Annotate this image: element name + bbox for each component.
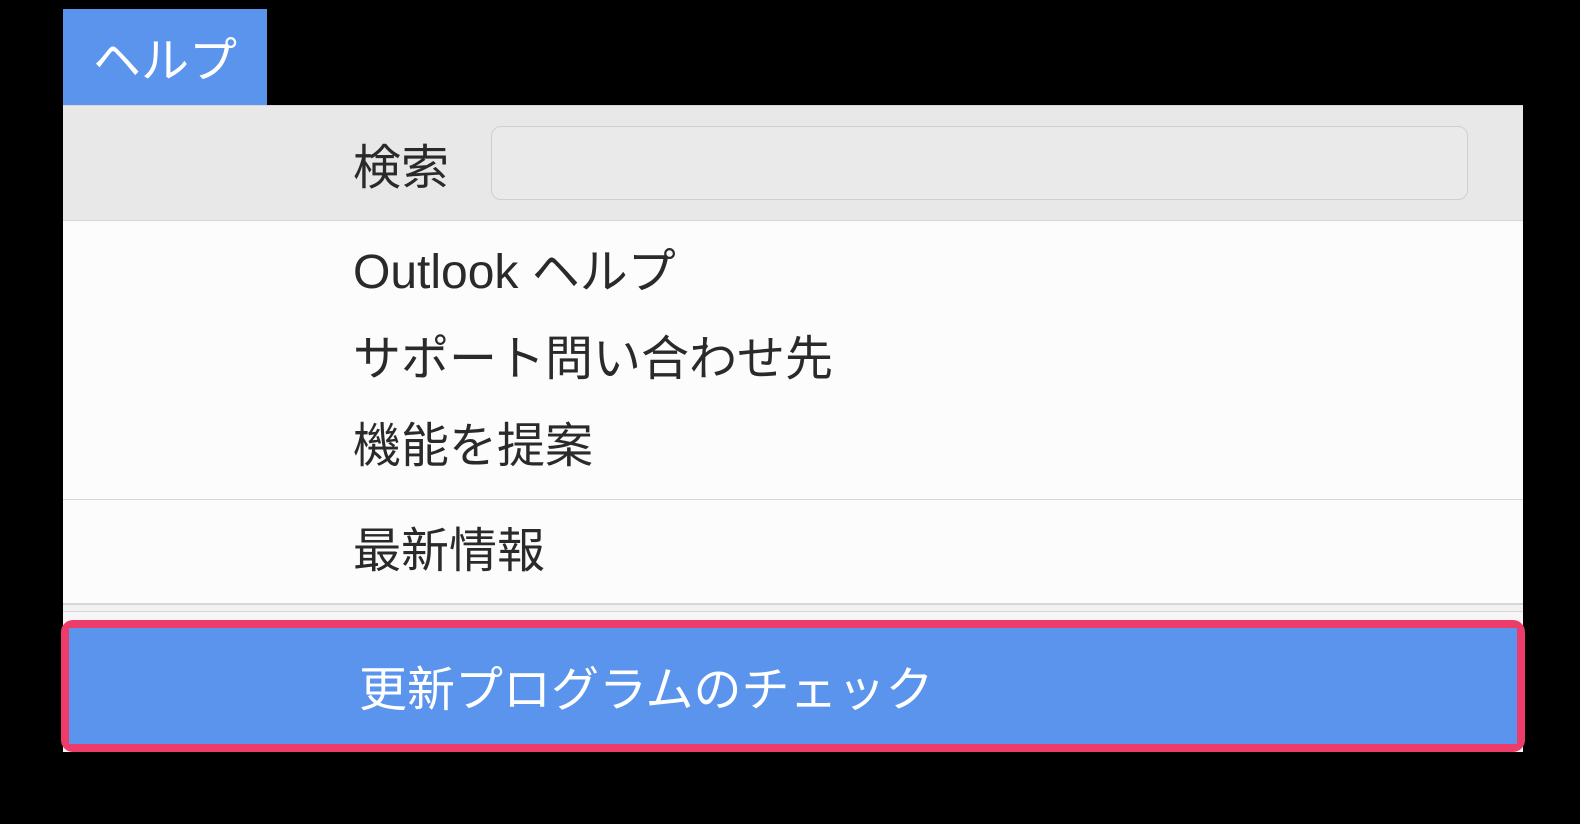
menu-item-support-contact[interactable]: サポート問い合わせ先 bbox=[63, 316, 1523, 403]
help-menu-title[interactable]: ヘルプ bbox=[63, 9, 267, 105]
search-row: 検索 bbox=[63, 106, 1523, 221]
menu-item-whats-new[interactable]: 最新情報 bbox=[63, 508, 1523, 595]
menu-group-2: 最新情報 bbox=[63, 500, 1523, 604]
search-input[interactable] bbox=[491, 126, 1468, 200]
help-dropdown: 検索 Outlook ヘルプ サポート問い合わせ先 機能を提案 最新情報 更新プ… bbox=[63, 105, 1523, 752]
menu-separator bbox=[63, 604, 1523, 612]
help-menu: ヘルプ 検索 Outlook ヘルプ サポート問い合わせ先 機能を提案 最新情報… bbox=[63, 9, 1523, 752]
highlighted-callout: 更新プログラムのチェック bbox=[61, 620, 1525, 752]
menu-item-check-updates[interactable]: 更新プログラムのチェック bbox=[69, 628, 1517, 744]
menu-group-1: Outlook ヘルプ サポート問い合わせ先 機能を提案 bbox=[63, 221, 1523, 500]
menu-item-outlook-help[interactable]: Outlook ヘルプ bbox=[63, 229, 1523, 316]
search-label: 検索 bbox=[353, 128, 449, 198]
menu-item-suggest-feature[interactable]: 機能を提案 bbox=[63, 403, 1523, 490]
